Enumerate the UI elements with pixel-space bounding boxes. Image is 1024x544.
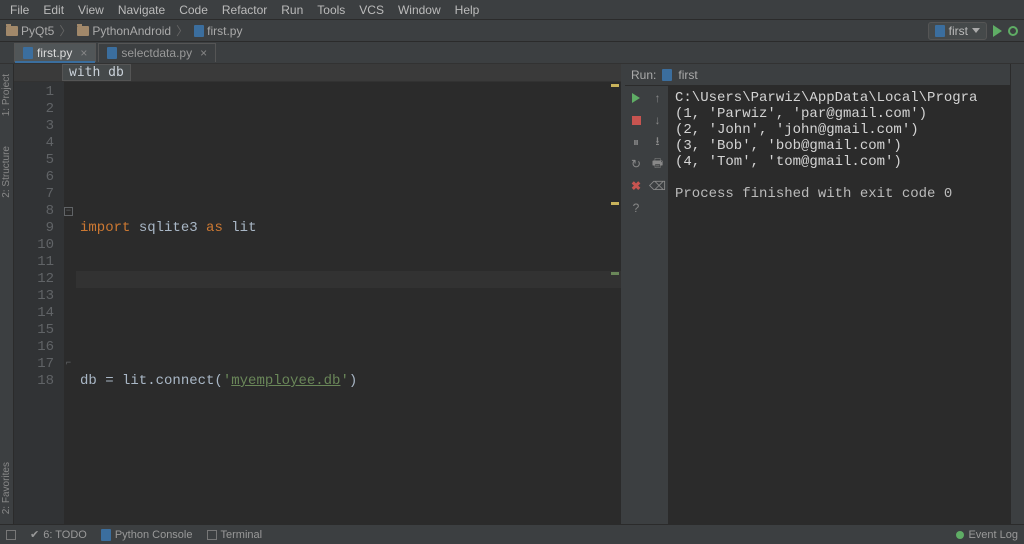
close-run-button[interactable]: ✖ (628, 178, 644, 194)
rerun-button[interactable] (628, 90, 644, 106)
python-file-icon (23, 47, 33, 59)
warning-marker-icon[interactable] (611, 202, 619, 205)
menu-vcs[interactable]: VCS (353, 1, 390, 19)
breadcrumb-folder-2[interactable]: PythonAndroid 〉 (77, 22, 190, 39)
editor-tab-label: first.py (37, 46, 72, 60)
python-icon (101, 529, 111, 541)
line-number-gutter[interactable]: 123 456 789 101112 131415 161718 (14, 82, 64, 524)
editor-tab-row: first.py × selectdata.py × (0, 42, 1024, 64)
editor-pane: with db 123 456 789 101112 131415 161718… (14, 64, 621, 524)
editor-tab-first[interactable]: first.py × (14, 43, 96, 62)
python-file-icon (935, 25, 945, 37)
python-console-tool-button[interactable]: Python Console (101, 529, 193, 541)
run-toolbar-secondary: ↑ ↓ ⭳ 🖶 ⌫ (647, 86, 669, 524)
scroll-down-button[interactable]: ↓ (650, 112, 666, 128)
run-tool-name: first (678, 68, 697, 82)
run-tool-title: Run: (631, 68, 656, 82)
code-area[interactable]: import sqlite3 as lit db = lit.connect('… (76, 82, 621, 524)
chevron-right-icon: 〉 (59, 22, 71, 39)
menu-navigate[interactable]: Navigate (112, 1, 171, 19)
event-log-icon (956, 531, 964, 539)
tool-tab-structure[interactable]: 2: Structure (1, 146, 12, 198)
python-file-icon (662, 69, 672, 81)
context-hint: with db (62, 64, 131, 81)
stop-button[interactable] (628, 112, 644, 128)
menu-code[interactable]: Code (173, 1, 214, 19)
chevron-down-icon (972, 28, 980, 33)
run-tool-window: Run: first ⏸ ↻ ✖ ? ↑ ↓ (625, 64, 1010, 524)
terminal-icon (207, 530, 217, 540)
debug-button[interactable] (1008, 26, 1018, 36)
breadcrumb-folder-2-label: PythonAndroid (92, 24, 171, 38)
context-info-bar: with db (14, 64, 621, 82)
pause-button[interactable]: ⏸ (628, 134, 644, 150)
warning-marker-icon[interactable] (611, 84, 619, 87)
run-button[interactable] (993, 25, 1002, 37)
menu-window[interactable]: Window (392, 1, 447, 19)
tool-tab-project[interactable]: 1: Project (1, 74, 12, 116)
terminal-tool-button[interactable]: Terminal (207, 529, 263, 541)
run-toolbar-primary: ⏸ ↻ ✖ ? (625, 86, 647, 524)
left-tool-strip: 1: Project 2: Structure 2: Favorites (0, 64, 14, 524)
console-output[interactable]: C:\Users\Parwiz\AppData\Local\Progra (1,… (669, 86, 1010, 524)
menu-help[interactable]: Help (449, 1, 486, 19)
navigation-bar: PyQt5 〉 PythonAndroid 〉 first.py first (0, 20, 1024, 42)
soft-wrap-button[interactable]: ⭳ (650, 134, 666, 150)
ok-marker-icon[interactable] (611, 272, 619, 275)
chevron-right-icon: 〉 (176, 22, 188, 39)
close-icon[interactable]: × (80, 46, 87, 60)
help-button[interactable]: ? (628, 200, 644, 216)
breadcrumb-folder-1[interactable]: PyQt5 〉 (6, 22, 73, 39)
python-file-icon (194, 25, 204, 37)
menu-bar: File Edit View Navigate Code Refactor Ru… (0, 0, 1024, 20)
close-icon[interactable]: × (200, 46, 207, 60)
fold-toggle-icon[interactable]: − (64, 207, 73, 216)
menu-refactor[interactable]: Refactor (216, 1, 273, 19)
fold-end-icon: ⌐ (64, 360, 73, 369)
menu-view[interactable]: View (72, 1, 110, 19)
tool-tab-favorites[interactable]: 2: Favorites (1, 462, 12, 514)
run-config-selector[interactable]: first (928, 22, 987, 40)
print-button[interactable]: 🖶 (650, 156, 666, 172)
status-bar: ✔6: TODO Python Console Terminal Event L… (0, 524, 1024, 544)
event-log-button[interactable]: Event Log (956, 529, 1018, 541)
breadcrumb: PyQt5 〉 PythonAndroid 〉 first.py (6, 22, 242, 39)
todo-tool-button[interactable]: ✔6: TODO (30, 528, 87, 541)
run-tool-header: Run: first (625, 64, 1010, 86)
play-icon (632, 93, 640, 103)
breadcrumb-file[interactable]: first.py (194, 24, 242, 38)
menu-edit[interactable]: Edit (37, 1, 70, 19)
fold-gutter[interactable]: − ⌐ (64, 82, 76, 524)
code-editor[interactable]: 123 456 789 101112 131415 161718 − ⌐ (14, 82, 621, 524)
python-file-icon (107, 47, 117, 59)
breadcrumb-folder-1-label: PyQt5 (21, 24, 54, 38)
editor-tab-selectdata[interactable]: selectdata.py × (98, 43, 216, 62)
folder-icon (6, 26, 18, 36)
right-tool-strip (1010, 64, 1024, 524)
clear-button[interactable]: ⌫ (650, 178, 666, 194)
restart-button[interactable]: ↻ (628, 156, 644, 172)
tool-window-toggle-icon[interactable] (6, 530, 16, 540)
menu-file[interactable]: File (4, 1, 35, 19)
stop-icon (632, 116, 641, 125)
menu-tools[interactable]: Tools (311, 1, 351, 19)
scroll-up-button[interactable]: ↑ (650, 90, 666, 106)
menu-run[interactable]: Run (275, 1, 309, 19)
run-config-label: first (949, 24, 968, 38)
folder-icon (77, 26, 89, 36)
editor-tab-label: selectdata.py (121, 46, 192, 60)
breadcrumb-file-label: first.py (207, 24, 242, 38)
